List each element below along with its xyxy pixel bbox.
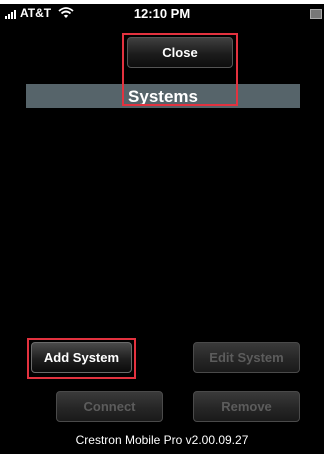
systems-header-bar: Systems — [26, 84, 300, 108]
page-title: Systems — [128, 87, 198, 106]
version-label: Crestron Mobile Pro v2.00.09.27 — [75, 433, 249, 447]
status-time: 12:10 PM — [133, 6, 191, 21]
edit-system-button[interactable]: Edit System — [193, 342, 300, 373]
app-screen: AT&T 12:10 PM Close Systems Add System E… — [0, 0, 324, 454]
battery-icon — [310, 9, 322, 19]
systems-list[interactable] — [26, 110, 300, 330]
connect-button[interactable]: Connect — [56, 391, 163, 422]
remove-button[interactable]: Remove — [193, 391, 300, 422]
status-bar: AT&T 12:10 PM — [0, 4, 324, 22]
close-button[interactable]: Close — [127, 37, 233, 68]
add-system-button[interactable]: Add System — [31, 342, 132, 373]
